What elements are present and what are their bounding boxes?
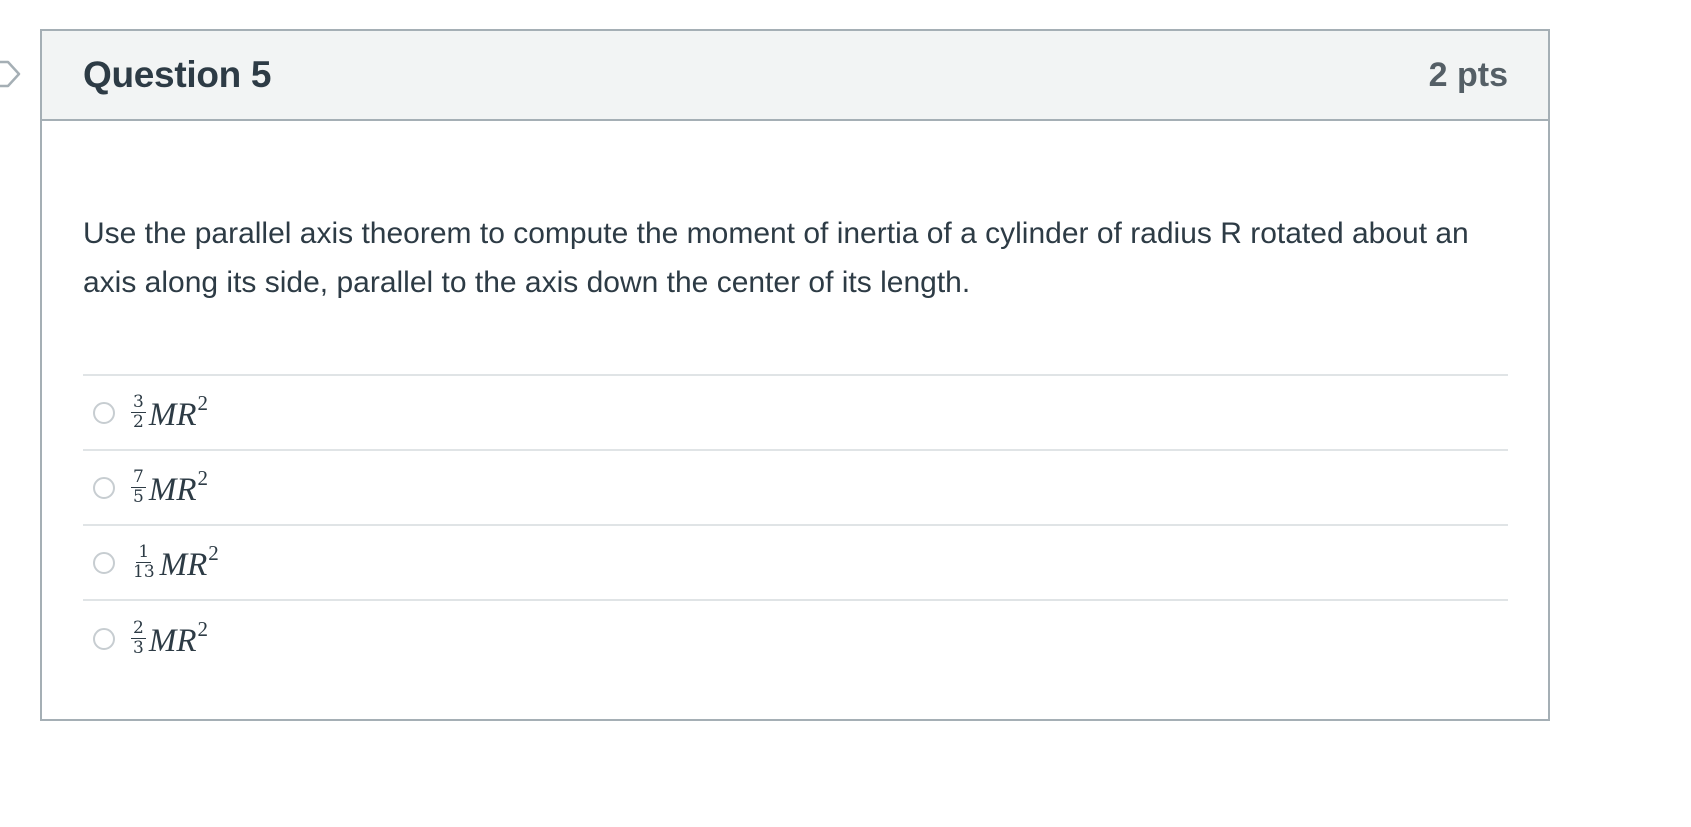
answer-math: 7 5 MR2 (131, 466, 208, 509)
question-header: Question 5 2 pts (42, 31, 1548, 121)
question-points: 2 pts (1428, 55, 1508, 94)
radio-button[interactable] (93, 627, 115, 650)
answer-option-4[interactable]: 2 3 MR2 (83, 601, 1508, 676)
answer-option-2[interactable]: 7 5 MR2 (83, 451, 1508, 526)
fraction-numerator: 2 (131, 618, 146, 639)
fraction-denominator: 5 (133, 487, 144, 507)
radio-button[interactable] (93, 476, 115, 499)
exponent: 2 (208, 541, 219, 565)
answer-expression: MR2 (149, 617, 208, 660)
fraction: 1 13 (131, 543, 157, 582)
radio-button[interactable] (93, 551, 115, 574)
fraction: 3 2 (131, 393, 146, 432)
expression-variables: MR (148, 623, 197, 659)
question-title: Question 5 (83, 54, 272, 95)
expression-variables: MR (159, 547, 208, 583)
fraction: 7 5 (131, 468, 146, 507)
fraction: 2 3 (131, 619, 146, 658)
answer-math: 2 3 MR2 (131, 617, 208, 660)
fraction-numerator: 3 (131, 392, 146, 413)
answer-math: 3 2 MR2 (131, 391, 208, 434)
fraction-numerator: 7 (131, 467, 146, 488)
fraction-denominator: 3 (133, 638, 144, 658)
answer-expression: MR2 (149, 391, 208, 434)
expression-variables: MR (148, 397, 197, 433)
answer-expression: MR2 (160, 541, 219, 584)
exponent: 2 (197, 617, 208, 641)
answer-option-1[interactable]: 3 2 MR2 (83, 376, 1508, 451)
fraction-numerator: 1 (136, 542, 152, 563)
answer-option-3[interactable]: 1 13 MR2 (83, 526, 1508, 601)
answer-expression: MR2 (149, 466, 208, 509)
question-text: Use the parallel axis theorem to compute… (83, 217, 1469, 299)
answer-math: 1 13 MR2 (131, 541, 219, 584)
exponent: 2 (197, 466, 208, 490)
answer-list: 3 2 MR2 7 5 MR2 1 13 MR2 2 3 MR2 (83, 374, 1508, 676)
question-card: Question 5 2 pts Use the parallel axis t… (40, 29, 1550, 721)
fraction-denominator: 13 (133, 562, 155, 582)
exponent: 2 (197, 391, 208, 415)
radio-button[interactable] (93, 401, 115, 424)
fraction-denominator: 2 (133, 412, 144, 432)
question-flag-icon[interactable] (0, 58, 22, 90)
question-body: Use the parallel axis theorem to compute… (42, 121, 1548, 676)
expression-variables: MR (148, 472, 197, 508)
